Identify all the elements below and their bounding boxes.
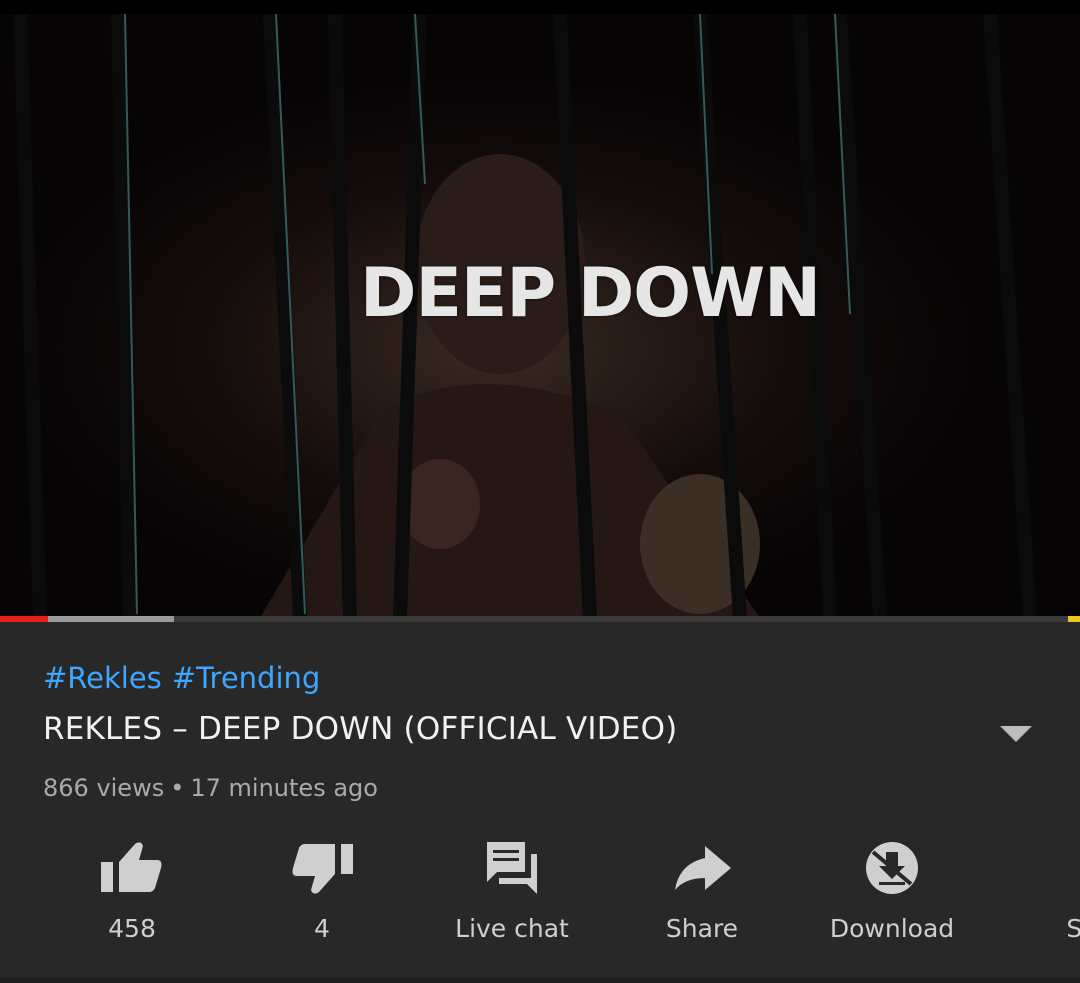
share-label: Share — [665, 914, 739, 943]
video-meta: 866 views • 17 minutes ago — [43, 774, 378, 802]
action-bar: 458 4 Live chat Share Download S — [0, 838, 1080, 968]
hashtags: #Rekles #Trending — [43, 661, 330, 695]
hashtag-link[interactable]: #Trending — [172, 661, 321, 695]
video-player[interactable]: DEEP DOWN — [0, 14, 1080, 618]
progress-bar[interactable] — [0, 616, 1080, 622]
dislike-count: 4 — [314, 914, 330, 943]
download-label: Download — [829, 914, 955, 943]
progress-played — [0, 616, 48, 622]
dislike-button[interactable]: 4 — [227, 838, 417, 943]
thumbs-down-icon — [292, 844, 353, 894]
download-disabled-icon — [866, 842, 918, 894]
thumbs-up-icon — [101, 842, 162, 892]
divider — [0, 978, 1080, 983]
download-button[interactable]: Download — [797, 838, 987, 943]
expand-description-icon[interactable] — [1000, 726, 1032, 742]
save-playlist-icon — [1047, 838, 1080, 898]
save-label: Sa — [1066, 914, 1080, 943]
share-icon — [675, 846, 731, 890]
live-chat-button[interactable]: Live chat — [417, 838, 607, 943]
video-title[interactable]: REKLES – DEEP DOWN (OFFICIAL VIDEO) — [43, 711, 677, 747]
video-overlay-title: DEEP DOWN — [360, 254, 821, 333]
like-button[interactable]: 458 — [37, 838, 227, 943]
progress-marker — [1068, 616, 1080, 622]
live-chat-icon — [487, 842, 537, 894]
separator: • — [170, 774, 185, 802]
save-button[interactable]: Sa — [987, 838, 1080, 943]
live-chat-label: Live chat — [455, 914, 569, 943]
like-count: 458 — [108, 914, 156, 943]
view-count: 866 views — [43, 774, 165, 802]
status-bar — [0, 0, 1080, 14]
share-button[interactable]: Share — [607, 838, 797, 943]
hashtag-link[interactable]: #Rekles — [43, 661, 162, 695]
upload-time: 17 minutes ago — [190, 774, 378, 802]
